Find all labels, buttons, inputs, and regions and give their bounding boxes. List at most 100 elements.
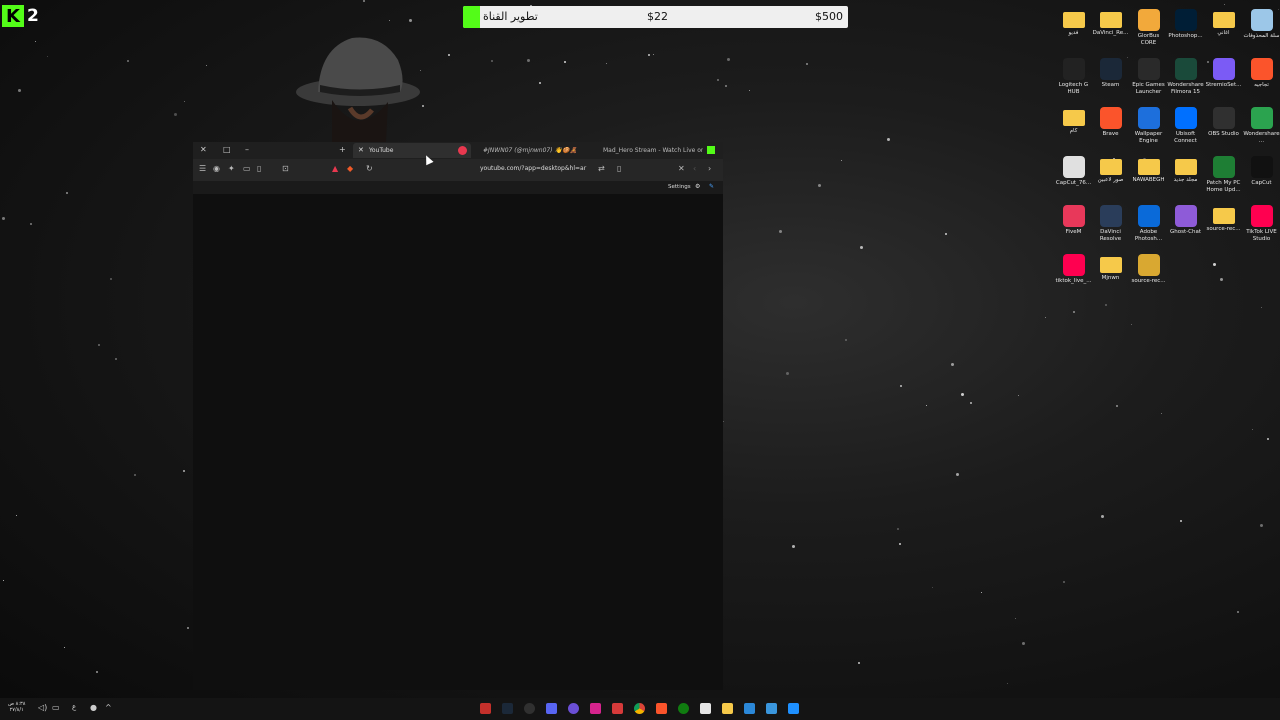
forward-icon[interactable]: › xyxy=(708,164,711,173)
desktop-icon[interactable]: TikTok LIVE Studio xyxy=(1243,204,1280,252)
desktop-icon[interactable]: Wondershare... xyxy=(1243,106,1280,154)
clock[interactable]: ٨:٣٨ ص ٢٧/٨/١ xyxy=(8,701,25,713)
discord-taskbar-icon[interactable] xyxy=(546,703,557,714)
desktop-icon[interactable]: OBS Studio xyxy=(1205,106,1242,154)
taskbar: ٨:٣٨ ص ٢٧/٨/١ ◁) ▭ ع ● ^ xyxy=(0,698,1280,720)
desktop-icon[interactable]: كام xyxy=(1055,106,1092,154)
desktop-icon-label: Epic Games Launcher xyxy=(1132,82,1165,95)
chrome-taskbar-icon[interactable] xyxy=(634,703,645,714)
maximize-icon[interactable]: □ xyxy=(223,145,231,154)
desktop-icon[interactable]: tiktok_live_... xyxy=(1055,253,1092,301)
calendar-taskbar-icon[interactable] xyxy=(700,703,711,714)
extensions-icon[interactable]: ✦ xyxy=(228,164,235,173)
widgets-taskbar-icon[interactable] xyxy=(766,703,777,714)
star xyxy=(174,113,177,116)
desktop-icon[interactable]: Wallpaper Engine xyxy=(1130,106,1167,154)
xbox-taskbar-icon[interactable] xyxy=(678,703,689,714)
menu-icon[interactable]: ☰ xyxy=(199,164,206,173)
tab-tiktok[interactable]: #JNWN07 (@mjnwn07) 👋🍪🧸 xyxy=(483,147,587,154)
desktop-icon[interactable]: DaVinci_Re... xyxy=(1092,8,1129,56)
app-taskbar-icon[interactable] xyxy=(590,703,601,714)
desktop-icon[interactable]: source-rec... xyxy=(1205,204,1242,252)
desktop-icon[interactable]: Photoshop... xyxy=(1167,8,1204,56)
desktop-icon[interactable]: Wondershare Filmora 15 xyxy=(1167,57,1204,105)
file-explorer-taskbar-icon[interactable] xyxy=(722,703,733,714)
language-icon[interactable]: ع xyxy=(72,703,76,711)
desktop-icon-label: CapCut xyxy=(1251,180,1272,186)
new-tab-icon[interactable]: + xyxy=(339,145,346,154)
desktop-icon[interactable]: Ghost-Chat xyxy=(1167,204,1204,252)
tray-overflow-icon[interactable]: ^ xyxy=(105,703,112,712)
star xyxy=(1252,429,1253,430)
hat-man-wallpaper-figure xyxy=(296,37,420,142)
tab-youtube[interactable]: ✕ YouTube xyxy=(353,143,471,158)
star xyxy=(363,0,365,2)
reload-icon[interactable]: ↻ xyxy=(366,164,373,173)
desktop-icon[interactable]: سلة المحذوفات xyxy=(1243,8,1280,56)
store-taskbar-icon[interactable] xyxy=(744,703,755,714)
desktop-icon[interactable]: DaVinci Resolve xyxy=(1092,204,1129,252)
desktop-icon[interactable]: NAWABEGH xyxy=(1130,155,1167,203)
desktop-icon[interactable]: تجاجيه xyxy=(1243,57,1280,105)
obs-icon xyxy=(1212,107,1235,129)
steam-taskbar-icon[interactable] xyxy=(502,703,513,714)
desktop-icon[interactable]: Adobe Photosh... xyxy=(1130,204,1167,252)
share-icon[interactable]: ⇄ xyxy=(598,164,605,173)
star xyxy=(564,61,566,63)
obs-taskbar-icon[interactable] xyxy=(524,703,535,714)
brave-shields-icon[interactable]: ◆ xyxy=(347,164,353,173)
brave-taskbar-icon[interactable] xyxy=(656,703,667,714)
star xyxy=(725,85,727,87)
star xyxy=(786,372,789,375)
brave-rewards-icon[interactable]: ▲ xyxy=(332,164,338,173)
desktop-icon[interactable]: صور لاعبين xyxy=(1092,155,1129,203)
tabs-icon[interactable]: ▭ xyxy=(243,164,251,173)
desktop-icon[interactable]: Patch My PC Home Upd... xyxy=(1205,155,1242,203)
desktop-icon[interactable]: Mjnwn xyxy=(1092,253,1129,301)
recycle-bin-icon xyxy=(1250,9,1273,31)
sidebar-icon[interactable]: ▯ xyxy=(257,164,261,173)
bookmark-icon[interactable]: ▯ xyxy=(617,164,621,173)
location-icon[interactable]: ◉ xyxy=(213,164,220,173)
desktop-icon[interactable]: FiveM xyxy=(1055,204,1092,252)
address-bar[interactable]: youtube.com/?app=desktop&hl=ar xyxy=(480,165,586,172)
desktop-icon[interactable]: Steam xyxy=(1092,57,1129,105)
app2-taskbar-icon[interactable] xyxy=(612,703,623,714)
desktop-icon[interactable]: اغاني xyxy=(1205,8,1242,56)
desktop-icon[interactable]: source-rec... xyxy=(1130,253,1167,301)
desktop-icon[interactable]: مجلد جديد xyxy=(1167,155,1204,203)
close-window-icon[interactable]: ✕ xyxy=(200,145,207,154)
desktop-icon[interactable]: StremioSet... xyxy=(1205,57,1242,105)
tab-kick-stream[interactable]: Mad_Hero Stream - Watch Live on K xyxy=(603,147,703,154)
stop-icon[interactable]: ✕ xyxy=(678,164,685,173)
desktop-icon[interactable]: Epic Games Launcher xyxy=(1130,57,1167,105)
desktop-icon-label: اغاني xyxy=(1217,30,1230,36)
back-icon[interactable]: ‹ xyxy=(693,164,696,173)
browser-window[interactable]: ✕ □ – + ✕ YouTube #JNWN07 (@mjnwn07) 👋🍪🧸… xyxy=(193,142,723,690)
settings-gear-icon[interactable]: ⚙ xyxy=(695,183,700,190)
desktop-icon[interactable]: Logitech G HUB xyxy=(1055,57,1092,105)
star xyxy=(187,627,189,629)
desktop-icon[interactable]: فديو xyxy=(1055,8,1092,56)
stream-app-icon[interactable] xyxy=(480,703,491,714)
desktop-icon[interactable]: GlorBus CORE xyxy=(1130,8,1167,56)
desktop-icon[interactable]: CapCut xyxy=(1243,155,1280,203)
wallet-icon[interactable]: ⊡ xyxy=(282,164,289,173)
folder-icon xyxy=(1062,110,1085,126)
goal-progress-fill xyxy=(463,6,480,28)
settings-link[interactable]: Settings xyxy=(668,184,691,190)
volume-icon[interactable]: ◁) xyxy=(38,703,47,712)
ghost-chat-taskbar-icon[interactable] xyxy=(568,703,579,714)
desktop-icon[interactable]: Ubisoft Connect xyxy=(1167,106,1204,154)
desktop-icon[interactable]: CapCut_76... xyxy=(1055,155,1092,203)
star xyxy=(30,223,32,225)
network-icon[interactable]: ▭ xyxy=(52,703,60,712)
desktop-icon-label: TikTok LIVE Studio xyxy=(1246,229,1277,242)
desktop-icon[interactable]: Brave xyxy=(1092,106,1129,154)
start-button-icon[interactable] xyxy=(788,703,799,714)
minimize-icon[interactable]: – xyxy=(245,145,249,154)
pin-icon[interactable]: ✎ xyxy=(709,183,714,190)
microphone-icon[interactable]: ● xyxy=(90,703,97,712)
close-tab-icon[interactable]: ✕ xyxy=(358,146,364,154)
star xyxy=(841,160,842,161)
